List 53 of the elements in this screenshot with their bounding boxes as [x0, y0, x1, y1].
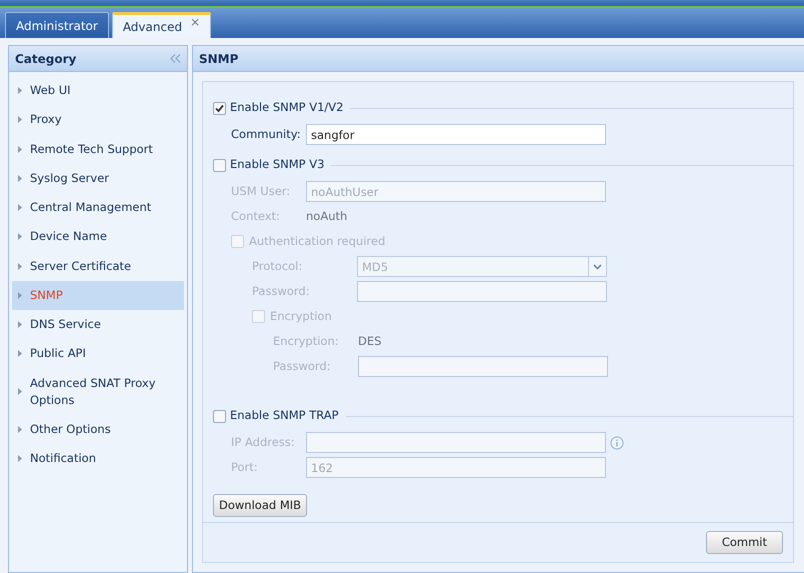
tab[interactable]: Administrator: [5, 12, 109, 38]
close-button[interactable]: ×: [190, 13, 200, 31]
sidebar-item[interactable]: Remote Tech Support: [12, 134, 184, 164]
checkbox[interactable]: [213, 158, 226, 172]
field-value: DES: [358, 332, 382, 350]
checkbox-label: Authentication required: [249, 232, 386, 250]
caret-icon: [18, 87, 22, 94]
download-button[interactable]: Download MIB: [213, 494, 308, 518]
section-title: Enable SNMP V1/V2: [230, 99, 344, 116]
sidebar-item[interactable]: Other Options: [12, 415, 184, 444]
field-label: IP Address:: [231, 434, 296, 451]
sidebar-item[interactable]: Syslog Server: [12, 164, 184, 193]
tab[interactable]: Advanced ×: [112, 12, 212, 38]
caret-icon: [18, 388, 22, 396]
sidebar-item[interactable]: Proxy: [12, 105, 184, 134]
sidebar-item[interactable]: Public API: [12, 339, 184, 368]
sidebar-item[interactable]: Central Management: [12, 193, 184, 222]
field-label: Encryption:: [273, 332, 340, 350]
sidebar-item[interactable]: Server Certificate: [12, 252, 184, 281]
field-label: Protocol:: [252, 258, 304, 275]
field-label: Port:: [231, 458, 259, 476]
checkbox[interactable]: [213, 410, 226, 422]
section-title: Enable SNMP TRAP: [230, 407, 339, 424]
commit-button[interactable]: Commit: [706, 530, 783, 554]
caret-icon: [18, 262, 22, 270]
field-label: USM User:: [231, 182, 292, 200]
caret-icon: [18, 321, 22, 328]
caret-icon: [18, 204, 22, 212]
section-title: Enable SNMP V3: [230, 156, 324, 174]
caret-icon: [18, 116, 22, 124]
caret-icon: [18, 350, 22, 358]
sidebar-item[interactable]: Notification: [12, 444, 184, 474]
checkbox[interactable]: [213, 102, 226, 114]
field-label: Password:: [273, 358, 332, 375]
sidebar-item[interactable]: Device Name: [12, 222, 184, 252]
caret-icon: [18, 146, 22, 153]
field-label: Community:: [231, 126, 302, 143]
field-label: Context:: [231, 208, 281, 225]
caret-icon: [18, 233, 22, 240]
field-label: Password:: [252, 282, 311, 300]
field-value: noAuth: [306, 208, 348, 225]
panel-title: SNMP: [199, 50, 238, 68]
caret-icon: [18, 426, 22, 434]
sidebar-item[interactable]: Advanced SNAT Proxy Options: [12, 368, 184, 415]
sidebar-item[interactable]: DNS Service: [12, 310, 184, 340]
caret-icon: [18, 292, 22, 299]
input-field[interactable]: sangfor: [306, 124, 606, 145]
collapse-icon[interactable]: [170, 54, 181, 63]
sidebar-item[interactable]: Web UI: [12, 76, 184, 106]
sidebar-title: Category: [15, 50, 76, 68]
caret-icon: [18, 455, 22, 462]
checkbox-label: Encryption: [270, 308, 332, 325]
caret-icon: [18, 174, 22, 182]
